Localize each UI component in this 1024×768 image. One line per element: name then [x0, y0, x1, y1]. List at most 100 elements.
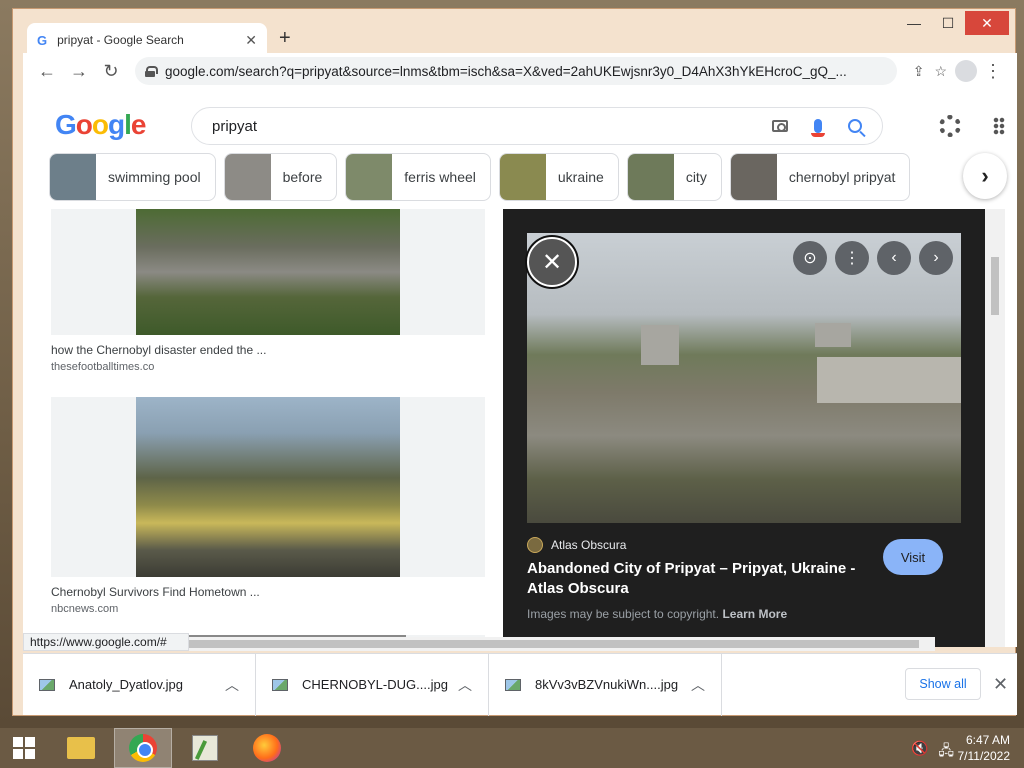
bookmark-star-icon[interactable]: ☆ — [934, 63, 947, 80]
source-favicon-icon — [527, 537, 543, 553]
chip-thumbnail — [627, 154, 674, 200]
download-item[interactable]: Anatoly_Dyatlov.jpg ︿ — [23, 653, 256, 716]
result-caption[interactable]: Chernobyl Survivors Find Hometown ... — [51, 585, 485, 599]
chip-swimming-pool[interactable]: swimming pool — [49, 153, 216, 201]
next-image-icon[interactable]: › — [919, 241, 953, 275]
related-search-chips: swimming pool before ferris wheel ukrain… — [49, 153, 1017, 201]
preview-image[interactable] — [527, 233, 961, 523]
result-image-bumper-cars[interactable] — [136, 397, 400, 577]
windows-logo-icon — [13, 737, 35, 759]
downloads-bar: Anatoly_Dyatlov.jpg ︿ CHERNOBYL-DUG....j… — [23, 653, 1017, 716]
camera-search-icon[interactable] — [772, 120, 788, 132]
chip-thumbnail — [346, 154, 393, 200]
lock-icon — [145, 65, 158, 77]
learn-more-link[interactable]: Learn More — [722, 607, 787, 621]
hscroll-thumb[interactable] — [189, 640, 919, 648]
chip-thumbnail — [50, 154, 96, 200]
chip-thumbnail — [224, 154, 271, 200]
network-icon[interactable]: 🖧 — [938, 740, 954, 764]
browser-tab[interactable]: G pripyat - Google Search ✕ — [27, 23, 267, 57]
folder-icon — [67, 737, 95, 759]
taskbar-chrome[interactable] — [114, 728, 172, 768]
chips-next-arrow-icon[interactable]: › — [963, 153, 1007, 199]
previous-image-icon[interactable]: ‹ — [877, 241, 911, 275]
close-preview-icon[interactable]: ✕ — [527, 237, 577, 287]
maximize-icon[interactable]: ☐ — [931, 11, 965, 35]
taskbar-clock[interactable]: 6:47 AM 7/11/2022 — [958, 732, 1011, 764]
minimize-icon[interactable]: — — [897, 11, 931, 35]
image-preview-panel: ✕ ⊙ ⋮ ‹ › Atlas Obscura Abandoned City o… — [503, 209, 985, 647]
google-header: Google pripyat — [23, 89, 1017, 153]
clock-date: 7/11/2022 — [957, 749, 1011, 763]
settings-gear-icon[interactable] — [939, 115, 961, 137]
search-query: pripyat — [212, 117, 258, 135]
copyright-notice: Images may be subject to copyright. Lear… — [527, 607, 788, 621]
chip-ukraine[interactable]: ukraine — [498, 153, 619, 201]
search-input[interactable]: pripyat — [191, 107, 883, 145]
more-options-icon[interactable]: ⋮ — [835, 241, 869, 275]
preview-title[interactable]: Abandoned City of Pripyat – Pripyat, Ukr… — [527, 559, 857, 599]
google-apps-icon[interactable] — [993, 117, 1005, 135]
image-result[interactable]: how the Chernobyl disaster ended the ...… — [51, 209, 485, 373]
taskbar-file-explorer[interactable] — [52, 728, 110, 768]
address-bar[interactable]: google.com/search?q=pripyat&source=lnms&… — [135, 57, 897, 85]
link-status-bubble: https://www.google.com/# — [23, 633, 189, 651]
image-file-icon — [272, 678, 288, 691]
new-tab-icon[interactable]: + — [279, 27, 291, 50]
chevron-up-icon[interactable]: ︿ — [691, 675, 705, 695]
scrollbar-thumb[interactable] — [991, 257, 999, 315]
preview-source[interactable]: Atlas Obscura — [527, 537, 626, 553]
forward-icon[interactable]: → — [63, 55, 95, 87]
download-item[interactable]: 8kVv3vBZVnukiWn....jpg ︿ — [489, 653, 722, 716]
clock-time: 6:47 AM — [965, 733, 1010, 747]
browser-toolbar: ← → ↻ google.com/search?q=pripyat&source… — [23, 53, 1017, 89]
download-item[interactable]: CHERNOBYL-DUG....jpg ︿ — [256, 653, 489, 716]
result-caption[interactable]: how the Chernobyl disaster ended the ... — [51, 343, 485, 357]
tab-close-icon[interactable]: ✕ — [245, 32, 257, 49]
browser-window: — ☐ ✕ G pripyat - Google Search ✕ + ← → … — [12, 8, 1017, 716]
close-downloads-icon[interactable]: ✕ — [993, 674, 1008, 695]
taskbar: 🔇 🖧 6:47 AM 7/11/2022 — [0, 728, 1024, 768]
image-result[interactable]: Chernobyl Survivors Find Hometown ... nb… — [51, 397, 485, 615]
result-site: thesefootballtimes.co — [51, 361, 155, 373]
chip-chernobyl-pripyat[interactable]: chernobyl pripyat — [729, 153, 911, 201]
chip-thumbnail — [730, 154, 777, 200]
browser-menu-icon[interactable]: ⋮ — [977, 55, 1009, 87]
firefox-icon — [253, 734, 281, 762]
close-window-icon[interactable]: ✕ — [965, 11, 1009, 35]
volume-muted-icon[interactable]: 🔇 — [911, 740, 928, 764]
chrome-icon — [129, 734, 157, 762]
lens-search-icon[interactable]: ⊙ — [793, 241, 827, 275]
editor-app-icon — [192, 735, 218, 761]
microphone-icon[interactable] — [811, 119, 825, 137]
taskbar-firefox[interactable] — [238, 728, 296, 768]
vertical-scrollbar[interactable] — [985, 209, 1005, 647]
url-text: google.com/search?q=pripyat&source=lnms&… — [165, 63, 847, 79]
chip-city[interactable]: city — [626, 153, 722, 201]
taskbar-editor[interactable] — [176, 728, 234, 768]
google-logo[interactable]: Google — [55, 109, 146, 141]
profile-avatar-icon[interactable] — [955, 60, 977, 82]
chevron-up-icon[interactable]: ︿ — [458, 675, 472, 695]
share-icon[interactable]: ⇪ — [913, 63, 925, 80]
reload-icon[interactable]: ↻ — [95, 55, 127, 87]
system-tray: 🔇 🖧 — [911, 740, 954, 764]
image-file-icon — [505, 678, 521, 691]
chip-before[interactable]: before — [223, 153, 338, 201]
chip-thumbnail — [499, 154, 546, 200]
google-favicon-icon: G — [37, 32, 48, 48]
back-icon[interactable]: ← — [31, 55, 63, 87]
google-images-page: Google pripyat swimming pool before ferr… — [23, 89, 1017, 647]
search-icon[interactable] — [848, 119, 862, 133]
show-all-downloads-button[interactable]: Show all — [905, 668, 981, 700]
chip-ferris-wheel[interactable]: ferris wheel — [345, 153, 491, 201]
start-button[interactable] — [0, 728, 48, 768]
result-image-stadium[interactable] — [136, 209, 400, 335]
image-file-icon — [39, 678, 55, 691]
tab-title: pripyat - Google Search — [57, 33, 184, 47]
result-site: nbcnews.com — [51, 603, 119, 615]
visit-button[interactable]: Visit — [883, 539, 943, 575]
window-controls: — ☐ ✕ — [897, 11, 1009, 35]
chevron-up-icon[interactable]: ︿ — [225, 675, 239, 695]
horizontal-scrollbar[interactable] — [189, 637, 935, 651]
